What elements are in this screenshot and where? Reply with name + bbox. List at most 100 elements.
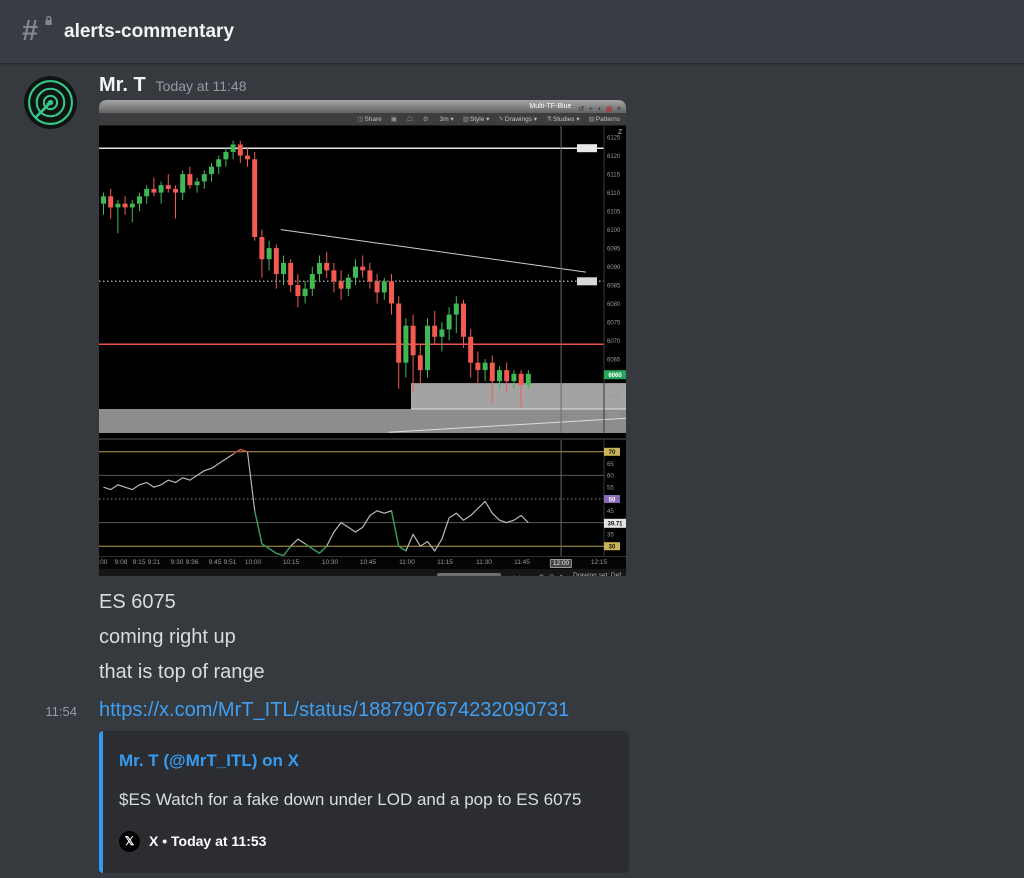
time-axis: 9:00 9:08 9:159:21 9:309:36 9:459:51 10:00 10:… xyxy=(99,556,626,569)
embed-description: $ES Watch for a fake down under LOD and … xyxy=(119,790,582,809)
time-tick: 9:15 xyxy=(132,559,146,566)
svg-text:60: 60 xyxy=(607,474,614,480)
chart-bottom-strip: ◂ ▸ ↔ ⊕ ⊖ ➤ Drawing set: Def xyxy=(99,569,626,576)
svg-text:6085: 6085 xyxy=(607,283,621,289)
time-tick: 10:15 xyxy=(282,559,300,566)
svg-text:30: 30 xyxy=(609,545,616,551)
svg-text:6069: 6069 xyxy=(580,126,594,128)
time-tick: 9:51 xyxy=(223,559,237,566)
chart-nav-icon[interactable]: ⊕ xyxy=(538,574,544,576)
chart-toolbar: ◫Share ▣ ☖ ⚙ 3m ▾ ▥Style ▾ ✎Drawings ▾ ⚗Studies… xyxy=(99,113,626,126)
svg-text:45: 45 xyxy=(607,509,614,515)
svg-text:6070: 6070 xyxy=(607,339,621,345)
toolbar-item[interactable]: ✎Drawings ▾ xyxy=(498,115,537,123)
svg-text:6080: 6080 xyxy=(607,302,621,308)
link-message: 11:54 https://x.com/MrT_ITL/status/18879… xyxy=(45,697,1024,873)
indicator-pane[interactable]: 65605550454035302570503039.71 xyxy=(99,438,626,556)
svg-text:39.71: 39.71 xyxy=(607,522,623,528)
time-tick: 11:30 xyxy=(476,559,492,566)
toolbar-item[interactable]: ☖ xyxy=(407,115,414,123)
add-icon[interactable]: + xyxy=(597,106,601,113)
message-line: ES 6075 xyxy=(99,591,176,613)
undo-icon[interactable]: ↺ xyxy=(578,106,584,113)
chart-attachment[interactable]: Multi-TF-Blue ↺ + + ▦ × ◫Share ▣ ☖ ⚙ 3m ▾ ▥St… xyxy=(99,100,626,576)
message-line: that is top of range xyxy=(99,661,265,683)
message-group: Mr. T Today at 11:48 Multi-TF-Blue ↺ + +… xyxy=(0,74,1024,873)
channel-name: alerts-commentary xyxy=(64,20,235,42)
toolbar-item[interactable]: ⚗Studies ▾ xyxy=(546,115,580,123)
channel-header: # alerts-commentary xyxy=(0,0,1024,64)
svg-text:6100: 6100 xyxy=(607,228,621,234)
svg-text:70: 70 xyxy=(609,450,616,456)
time-tick: 9:08 xyxy=(114,559,128,566)
embed-footer: 𝕏 X • Today at 11:53 xyxy=(119,827,613,855)
avatar[interactable] xyxy=(24,76,77,129)
close-icon[interactable]: × xyxy=(617,106,621,113)
lock-icon xyxy=(43,13,54,31)
time-tick: 12:15 xyxy=(590,559,608,566)
author-name[interactable]: Mr. T xyxy=(99,74,146,97)
chart-nav-icon[interactable]: ⊖ xyxy=(549,574,555,576)
time-tick: 10:30 xyxy=(321,559,339,566)
embed-footer-text: X • Today at 11:53 xyxy=(149,833,267,849)
time-tick: 11:15 xyxy=(437,559,453,566)
toolbar-item[interactable]: ◫Share xyxy=(357,115,382,123)
message-timestamp: Today at 11:48 xyxy=(155,78,247,94)
svg-text:6055: 6055 xyxy=(607,394,621,400)
chart-titlebar-icons: ↺ + + ▦ × xyxy=(578,100,621,116)
grid-icon[interactable]: ▦ xyxy=(606,106,613,113)
toolbar-item[interactable]: ▧Patterns xyxy=(589,115,620,123)
toolbar-item[interactable]: ▣ xyxy=(391,115,398,123)
svg-text:6050: 6050 xyxy=(607,413,621,419)
time-tick: 12:00 xyxy=(549,559,573,568)
svg-text:6115: 6115 xyxy=(607,172,621,178)
x-logo-icon: 𝕏 xyxy=(119,830,140,852)
svg-text:6120: 6120 xyxy=(607,154,621,160)
chart-nav-icon[interactable]: ➤ xyxy=(559,574,565,576)
channel-hash: # xyxy=(22,15,52,47)
time-tick: 9:30 xyxy=(170,559,184,566)
toolbar-item[interactable]: ▥Style ▾ xyxy=(463,115,490,123)
svg-text:55: 55 xyxy=(607,486,614,492)
chart-nav-icon[interactable]: ◂ xyxy=(511,574,515,576)
x-embed: Mr. T (@MrT_ITL) on X $ES Watch for a fa… xyxy=(99,731,629,873)
chart-scrollbar[interactable] xyxy=(437,573,502,576)
support-zone xyxy=(99,409,626,437)
svg-text:6095: 6095 xyxy=(607,246,621,252)
svg-text:Z: Z xyxy=(618,129,623,136)
toolbar-item[interactable]: 3m ▾ xyxy=(439,115,454,123)
chart-title: Multi-TF-Blue xyxy=(529,103,572,110)
time-tick: 11:00 xyxy=(399,559,415,566)
price-pane[interactable]: 6122608660696125612061156110610561006095… xyxy=(99,122,626,437)
svg-text:6060: 6060 xyxy=(608,373,622,379)
time-tick: 9:45 xyxy=(208,559,222,566)
time-tick: 10:45 xyxy=(359,559,377,566)
add-icon[interactable]: + xyxy=(589,106,593,113)
time-tick: 11:45 xyxy=(514,559,530,566)
svg-text:6075: 6075 xyxy=(607,320,621,326)
toolbar-item[interactable]: ⚙ xyxy=(423,115,430,123)
tweet-link[interactable]: https://x.com/MrT_ITL/status/18879076742… xyxy=(99,697,569,723)
embed-title[interactable]: Mr. T (@MrT_ITL) on X xyxy=(119,749,613,773)
hover-timestamp: 11:54 xyxy=(45,704,77,719)
chart-titlebar: Multi-TF-Blue ↺ + + ▦ × xyxy=(99,100,626,113)
chart-nav-icon[interactable]: ▸ xyxy=(519,574,523,576)
message-lines: ES 6075 coming right up that is top of r… xyxy=(99,588,1024,686)
message-line: coming right up xyxy=(99,626,236,648)
svg-text:35: 35 xyxy=(607,533,614,539)
drawing-set-status: Drawing set: Def xyxy=(572,571,621,577)
svg-text:6110: 6110 xyxy=(607,191,621,197)
svg-text:6105: 6105 xyxy=(607,209,621,215)
svg-text:6090: 6090 xyxy=(607,265,621,271)
time-tick: 9:21 xyxy=(147,559,161,566)
svg-text:6125: 6125 xyxy=(607,135,621,141)
time-tick: 9:36 xyxy=(185,559,199,566)
chart-nav-icon[interactable]: ↔ xyxy=(527,574,534,576)
support-zone xyxy=(411,383,626,409)
svg-text:65: 65 xyxy=(607,462,614,468)
hash-icon: # xyxy=(22,15,39,47)
time-tick: 10:00 xyxy=(244,559,262,566)
svg-text:50: 50 xyxy=(609,497,616,503)
svg-text:6065: 6065 xyxy=(607,357,621,363)
time-tick: 9:00 xyxy=(99,559,108,566)
